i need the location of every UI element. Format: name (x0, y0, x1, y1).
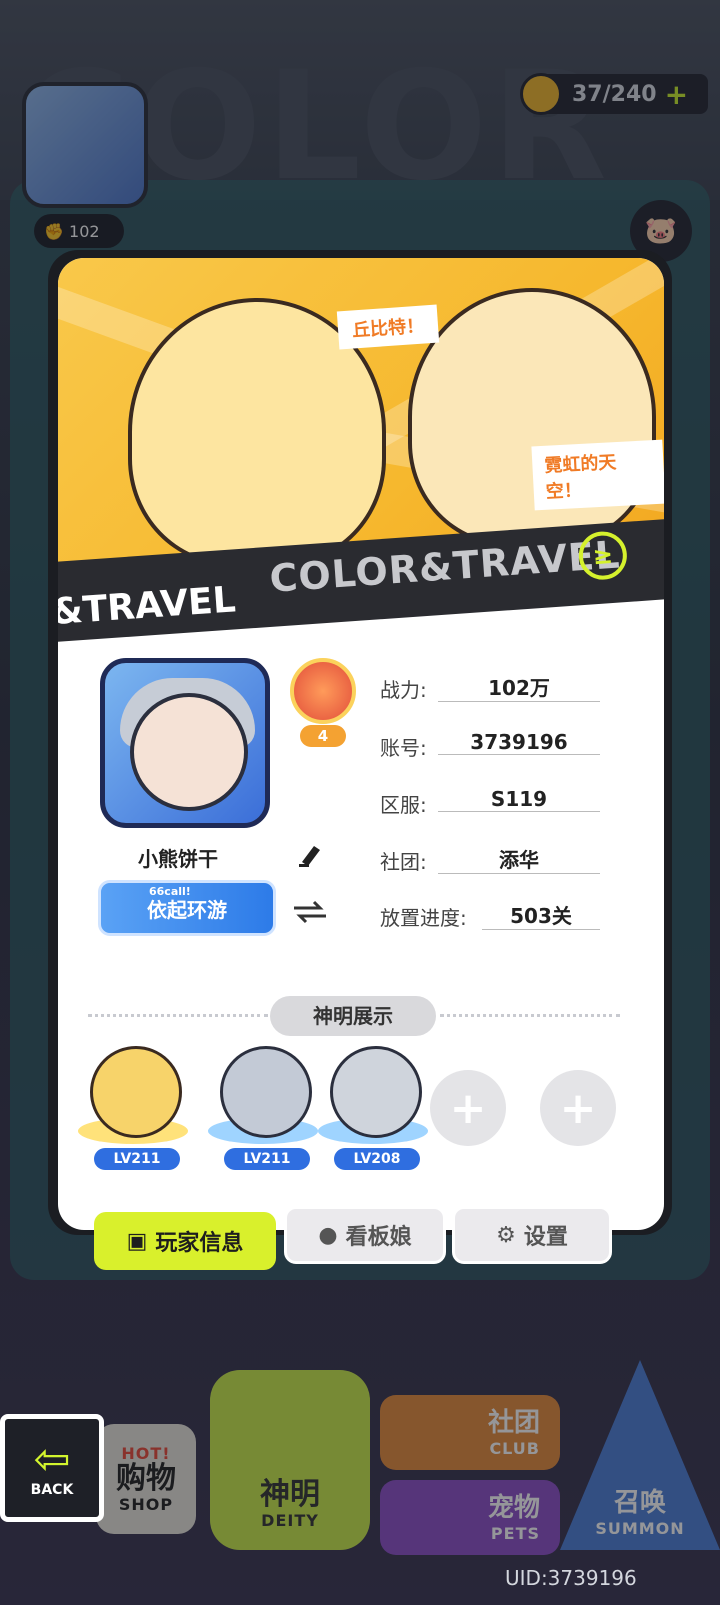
stat-value-server: S119 (438, 787, 600, 812)
deity-slot-3[interactable]: LV208 (308, 1038, 438, 1170)
title-badge[interactable]: 66call! 依起环游 (98, 880, 276, 936)
deity-level: LV211 (224, 1148, 310, 1170)
player-avatar[interactable] (100, 658, 270, 828)
stat-value-idle-progress: 503关 (482, 900, 600, 930)
tab-player-info[interactable]: ▣ 玩家信息 (94, 1212, 276, 1270)
stat-value-club: 添华 (438, 844, 600, 874)
person-icon: ● (318, 1222, 338, 1248)
tab-settings-label: 设置 (523, 1225, 568, 1250)
player-name: 小熊饼干 (138, 847, 218, 871)
stat-value-account: 3739196 (438, 730, 600, 755)
deity-level: LV208 (334, 1148, 420, 1170)
tab-mascot-label: 看板娘 (345, 1225, 412, 1250)
stat-label-club: 社团: (380, 850, 427, 874)
deity-portrait (220, 1046, 312, 1138)
deity-portrait (90, 1046, 182, 1138)
banner-character-right (408, 288, 656, 546)
rank-level: 4 (300, 725, 346, 747)
title-badge-small: 66call! (149, 885, 191, 898)
empty-deity-slot-add-button[interactable]: + (540, 1070, 616, 1146)
back-label: BACK (30, 1482, 74, 1498)
back-button[interactable]: ⇦ BACK (0, 1414, 104, 1522)
back-arrow-icon: ⇦ (33, 1434, 71, 1485)
edit-icon[interactable] (296, 840, 324, 868)
tab-player-info-label: 玩家信息 (155, 1231, 244, 1256)
tab-settings[interactable]: ⚙ 设置 (452, 1206, 612, 1264)
uid-label: UID:3739196 (505, 1566, 637, 1590)
divider (440, 1014, 620, 1017)
stat-label-server: 区服: (380, 793, 427, 817)
stat-value-power: 102万 (438, 672, 600, 702)
empty-deity-slot-add-button[interactable]: + (430, 1070, 506, 1146)
deity-slot-1[interactable]: LV211 (68, 1038, 198, 1170)
card-icon: ▣ (126, 1228, 148, 1254)
switch-icon[interactable] (290, 898, 330, 926)
stripe-text: COLOR&TRAVEL (268, 532, 622, 601)
stat-label-power: 战力: (380, 678, 427, 702)
stat-label-account: 账号: (380, 736, 427, 760)
speech-bubble-2: 霓虹的天空！ (531, 439, 664, 511)
deity-level: LV211 (94, 1148, 180, 1170)
gear-icon: ⚙ (496, 1222, 516, 1248)
stat-label-idle-progress: 放置进度: (380, 906, 467, 930)
deity-portrait (330, 1046, 422, 1138)
speech-bubble-1: 丘比特！ (336, 304, 440, 350)
deity-showcase-label: 神明展示 (270, 996, 436, 1036)
divider (88, 1014, 268, 1017)
rank-medal-icon (290, 658, 356, 724)
stripe-left-text: &TRAVEL (58, 579, 237, 634)
profile-card: 丘比特！ 霓虹的天空！ &TRAVEL COLOR&TRAVEL ≥ 4 小熊饼… (58, 258, 664, 1230)
tab-mascot[interactable]: ● 看板娘 (284, 1206, 446, 1264)
